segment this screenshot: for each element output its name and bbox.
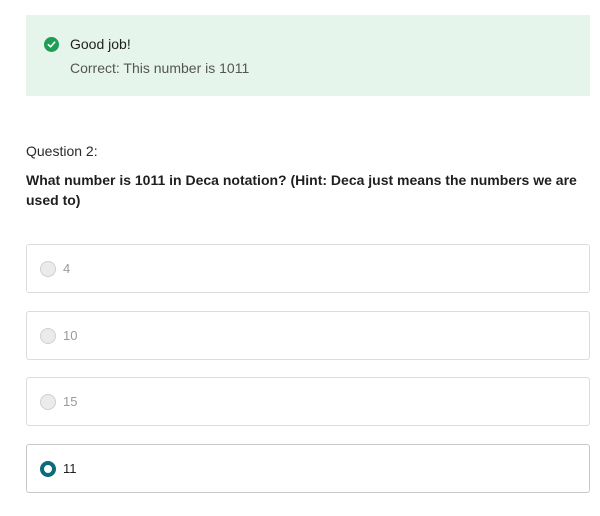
radio-button[interactable] [40, 394, 56, 410]
feedback-title: Good job! [70, 36, 131, 52]
radio-button[interactable] [40, 328, 56, 344]
check-circle-icon [44, 37, 59, 52]
answer-option-selected[interactable]: 11 [26, 444, 590, 493]
answer-option-label: 10 [63, 328, 78, 343]
feedback-detail: Correct: This number is 1011 [70, 60, 250, 76]
answer-option[interactable]: 4 [26, 244, 590, 293]
question-text: What number is 1011 in Deca notation? (H… [26, 172, 577, 208]
answer-option-label: 4 [63, 261, 71, 276]
answer-option[interactable]: 15 [26, 377, 590, 426]
answer-option-label: 11 [63, 461, 77, 476]
question-number: Question 2: [26, 143, 98, 159]
radio-button-selected[interactable] [40, 461, 56, 477]
radio-button[interactable] [40, 261, 56, 277]
answer-option[interactable]: 10 [26, 311, 590, 360]
feedback-banner: Good job! Correct: This number is 1011 [26, 15, 590, 96]
answer-option-label: 15 [63, 394, 78, 409]
